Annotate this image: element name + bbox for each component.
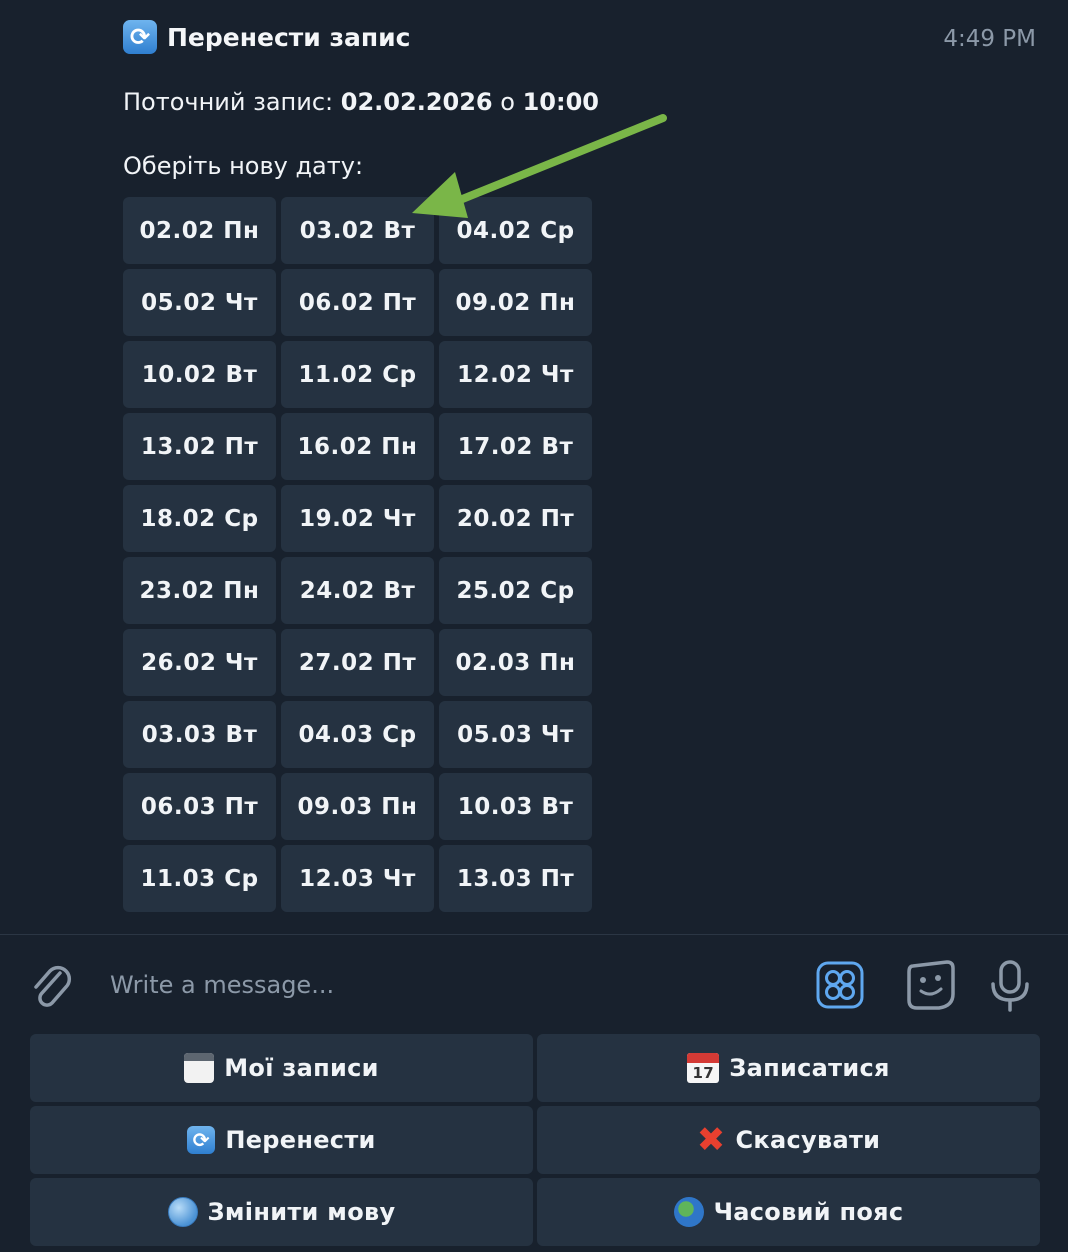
current-sep: о	[500, 88, 515, 116]
paperclip-icon[interactable]	[26, 957, 74, 1011]
book-button[interactable]: 17 Записатися	[537, 1034, 1040, 1102]
date-button[interactable]: 06.02 Пт	[281, 269, 434, 336]
date-button[interactable]: 06.03 Пт	[123, 773, 276, 840]
message-time: 4:49 PM	[943, 26, 1036, 52]
date-button[interactable]: 16.02 Пн	[281, 413, 434, 480]
arrow-shaft	[446, 114, 667, 208]
date-button[interactable]: 25.02 Ср	[439, 557, 592, 624]
date-button[interactable]: 04.03 Ср	[281, 701, 434, 768]
date-button[interactable]: 02.02 Пн	[123, 197, 276, 264]
my-appointments-label: Мої записи	[224, 1054, 379, 1082]
date-button[interactable]: 12.03 Чт	[281, 845, 434, 912]
date-button[interactable]: 09.02 Пн	[439, 269, 592, 336]
microphone-icon[interactable]	[988, 958, 1032, 1012]
date-button-grid: 02.02 Пн 03.02 Вт 04.02 Ср 05.02 Чт 06.02 Пт…	[123, 197, 593, 912]
select-date-prompt: Оберіть нову дату:	[123, 152, 364, 180]
current-appointment: Поточний запис: 02.02.2026 о 10:00	[123, 88, 599, 116]
date-button[interactable]: 04.02 Ср	[439, 197, 592, 264]
date-button[interactable]: 23.02 Пн	[123, 557, 276, 624]
reschedule-button[interactable]: ⟳ Перенести	[30, 1106, 533, 1174]
date-button[interactable]: 27.02 Пт	[281, 629, 434, 696]
date-button[interactable]: 02.03 Пн	[439, 629, 592, 696]
cancel-button[interactable]: ✖ Скасувати	[537, 1106, 1040, 1174]
date-button[interactable]: 20.02 Пт	[439, 485, 592, 552]
date-button[interactable]: 05.02 Чт	[123, 269, 276, 336]
date-button[interactable]: 13.02 Пт	[123, 413, 276, 480]
date-button[interactable]: 26.02 Чт	[123, 629, 276, 696]
globe-icon	[167, 1197, 198, 1227]
earth-icon	[673, 1197, 704, 1227]
current-time: 10:00	[522, 88, 599, 116]
change-language-label: Змінити мову	[207, 1198, 396, 1226]
cross-icon: ✖	[696, 1120, 726, 1160]
current-date: 02.02.2026	[340, 88, 493, 116]
date-button[interactable]: 13.03 Пт	[439, 845, 592, 912]
book-label: Записатися	[729, 1054, 890, 1082]
date-button[interactable]: 09.03 Пн	[281, 773, 434, 840]
date-button[interactable]: 11.02 Ср	[281, 341, 434, 408]
date-button[interactable]: 17.02 Вт	[439, 413, 592, 480]
date-button[interactable]: 05.03 Чт	[439, 701, 592, 768]
date-button[interactable]: 24.02 Вт	[281, 557, 434, 624]
refresh-icon: ⟳	[187, 1126, 216, 1154]
calendar-17-icon: 17	[687, 1053, 720, 1083]
current-label: Поточний запис:	[123, 88, 334, 116]
date-button[interactable]: 11.03 Ср	[123, 845, 276, 912]
date-button[interactable]: 03.02 Вт	[281, 197, 434, 264]
cancel-label: Скасувати	[735, 1126, 881, 1154]
refresh-icon: ⟳	[123, 20, 157, 54]
date-button[interactable]: 03.03 Вт	[123, 701, 276, 768]
timezone-button[interactable]: Часовий пояс	[537, 1178, 1040, 1246]
date-button[interactable]: 12.02 Чт	[439, 341, 592, 408]
apps-icon[interactable]	[815, 960, 865, 1010]
date-button[interactable]: 10.03 Вт	[439, 773, 592, 840]
date-button[interactable]: 10.02 Вт	[123, 341, 276, 408]
date-button[interactable]: 18.02 Ср	[123, 485, 276, 552]
message-area: ⟳ Перенести запис 4:49 PM Поточний запис…	[0, 0, 1068, 934]
change-language-button[interactable]: Змінити мову	[30, 1178, 533, 1246]
sticker-icon[interactable]	[903, 958, 957, 1012]
calendar-icon	[184, 1053, 215, 1083]
reply-keyboard: Мої записи 17 Записатися ⟳ Перенести ✖ С…	[30, 1034, 1040, 1246]
message-title: ⟳ Перенести запис	[123, 20, 411, 54]
date-button[interactable]: 19.02 Чт	[281, 485, 434, 552]
message-title-text: Перенести запис	[167, 22, 411, 52]
timezone-label: Часовий пояс	[713, 1198, 904, 1226]
my-appointments-button[interactable]: Мої записи	[30, 1034, 533, 1102]
message-input[interactable]	[110, 963, 710, 1007]
reschedule-label: Перенести	[225, 1126, 376, 1154]
